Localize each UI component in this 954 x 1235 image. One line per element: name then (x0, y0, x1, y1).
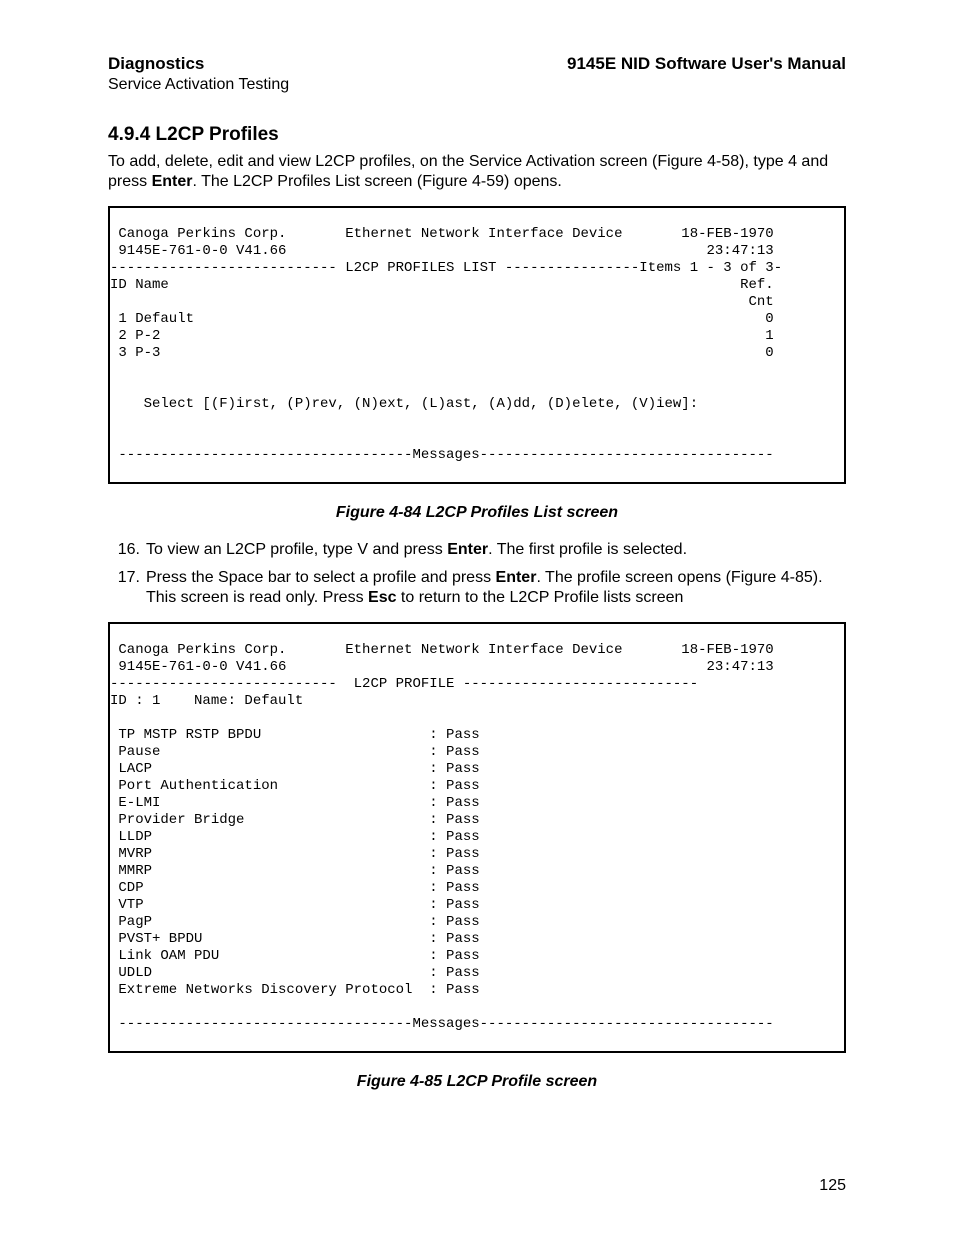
terminal-l2cp-profile: Canoga Perkins Corp. Ethernet Network In… (108, 622, 846, 1053)
step-number: 16. (108, 540, 146, 560)
figure-caption-484: Figure 4-84 L2CP Profiles List screen (108, 504, 846, 522)
step-17: 17. Press the Space bar to select a prof… (108, 568, 846, 608)
step-text: To view an L2CP profile, type V and pres… (146, 540, 846, 560)
page-number: 125 (819, 1177, 846, 1195)
intro-paragraph: To add, delete, edit and view L2CP profi… (108, 152, 846, 192)
instruction-list: 16. To view an L2CP profile, type V and … (108, 540, 846, 608)
header-subchapter: Service Activation Testing (108, 76, 289, 94)
step-number: 17. (108, 568, 146, 608)
figure-caption-485: Figure 4-85 L2CP Profile screen (108, 1073, 846, 1091)
terminal-l2cp-list: Canoga Perkins Corp. Ethernet Network In… (108, 206, 846, 484)
section-title: L2CP Profiles (156, 124, 279, 145)
page-header: Diagnostics Service Activation Testing 9… (108, 54, 846, 94)
step-text: Press the Space bar to select a profile … (146, 568, 846, 608)
section-heading: 4.9.4 L2CP Profiles (108, 124, 846, 146)
section-number: 4.9.4 (108, 124, 150, 145)
step-16: 16. To view an L2CP profile, type V and … (108, 540, 846, 560)
header-manual-title: 9145E NID Software User's Manual (567, 54, 846, 94)
header-chapter: Diagnostics (108, 54, 289, 74)
header-left: Diagnostics Service Activation Testing (108, 54, 289, 94)
